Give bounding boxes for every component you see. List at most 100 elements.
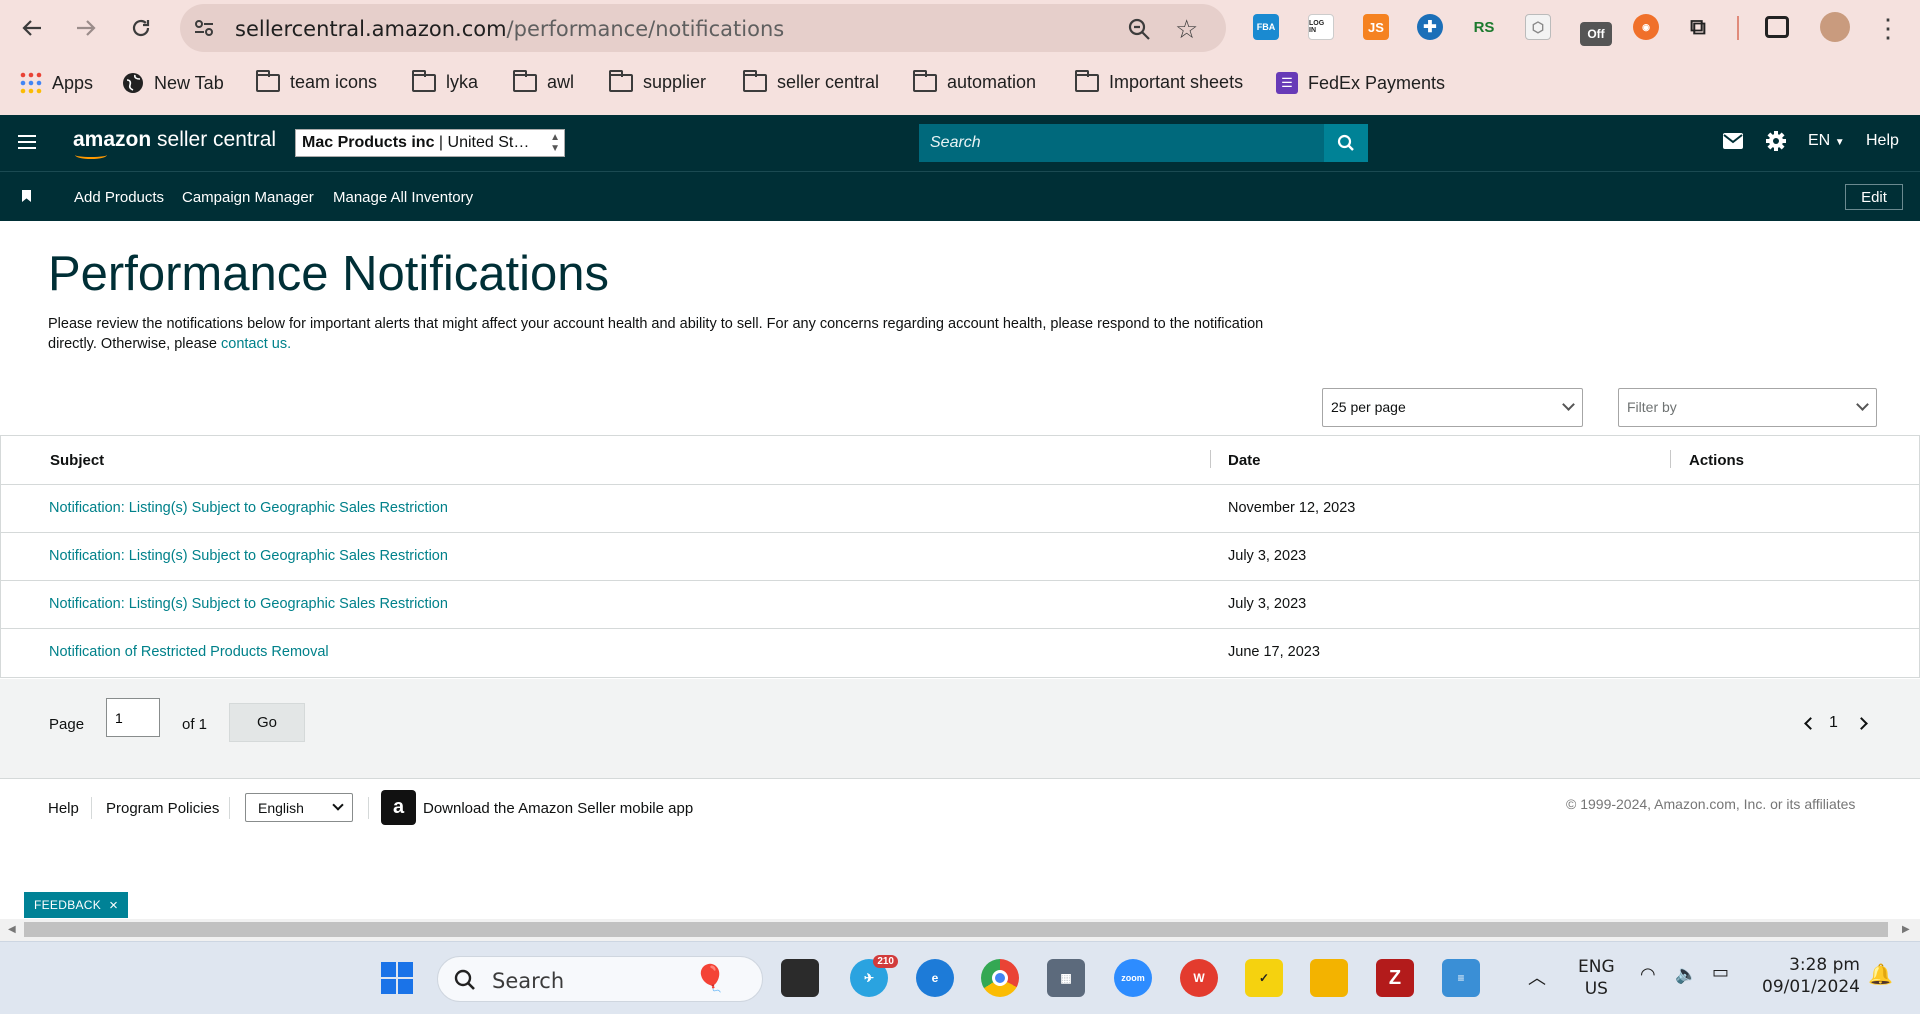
footer-help-link[interactable]: Help [48,800,79,817]
feedback-button[interactable]: FEEDBACK × [24,892,129,918]
amazon-app-icon[interactable]: a [381,790,416,825]
more-menu-icon[interactable]: ⋮ [1870,10,1906,46]
filter-by-select[interactable]: Filter by [1618,388,1877,427]
previous-page-icon[interactable] [1804,717,1817,730]
hamburger-menu-icon[interactable] [18,135,36,149]
toolbar-divider [1737,16,1739,40]
input-language-indicator[interactable]: ENG US [1578,956,1615,1000]
rs-extension-icon[interactable]: RS [1471,14,1497,40]
off-extension-icon[interactable]: Off [1580,22,1612,46]
zoom-app-icon[interactable]: zoom [1114,959,1152,997]
subnav-add-products[interactable]: Add Products [74,189,164,206]
bookmark-awl[interactable]: awl [513,69,574,93]
bookmark-lyka[interactable]: lyka [412,69,478,93]
mail-icon[interactable] [1723,133,1743,154]
bookmark-apps[interactable]: Apps [20,72,93,94]
bookmark-seller-central[interactable]: seller central [743,69,879,93]
subnav-campaign-manager[interactable]: Campaign Manager [182,189,314,206]
chrome-browser-icon[interactable] [981,959,1019,997]
notification-bell-icon[interactable]: 🔔 [1868,962,1893,986]
bookmark-new-tab[interactable]: New Tab [122,72,224,94]
footer-divider [229,797,230,819]
bookmark-supplier[interactable]: supplier [609,69,706,93]
table-row: Notification: Listing(s) Subject to Geog… [1,581,1919,629]
language-selector[interactable]: EN ▼ [1808,132,1845,150]
profile-avatar[interactable] [1820,12,1850,42]
cube-extension-icon[interactable]: ⬡ [1525,14,1551,40]
bookmark-important-sheets[interactable]: Important sheets [1075,69,1243,93]
amazon-seller-central-logo[interactable]: amazon seller central [73,128,276,159]
column-header-date[interactable]: Date [1228,452,1261,469]
subnav-manage-all-inventory[interactable]: Manage All Inventory [333,189,473,206]
marketplace-selector[interactable]: Mac Products inc | United St… ▲ ▼ [295,129,565,157]
edit-button[interactable]: Edit [1845,184,1903,210]
folder-icon [743,69,767,92]
zoom-icon[interactable] [1126,16,1152,42]
filezilla-icon[interactable]: Z [1376,959,1414,997]
wps-office-icon[interactable]: W [1180,959,1218,997]
scroll-right-icon[interactable]: ▶ [1902,924,1910,935]
login-extension-icon[interactable]: LOG IN [1308,14,1334,40]
battery-icon[interactable]: ▭ [1712,962,1729,983]
close-icon[interactable]: × [109,897,118,914]
chevron-down-icon [1856,398,1869,411]
download-app-link[interactable]: Download the Amazon Seller mobile app [423,800,693,817]
folder-icon [1075,69,1099,92]
address-bar[interactable]: sellercentral.amazon.com/performance/not… [180,4,1226,52]
notification-subject-link[interactable]: Notification: Listing(s) Subject to Geog… [49,596,448,612]
bookmark-automation[interactable]: automation [913,69,1036,93]
notification-date: July 3, 2023 [1228,548,1307,564]
footer-language-select[interactable]: English [245,793,353,822]
notification-subject-link[interactable]: Notification: Listing(s) Subject to Geog… [49,548,448,564]
help-link[interactable]: Help [1866,132,1899,150]
contact-us-link[interactable]: contact us. [221,336,291,352]
column-header-subject[interactable]: Subject [50,452,104,469]
calculator-icon[interactable]: ▦ [1047,959,1085,997]
bookmark-flag-icon[interactable] [22,190,31,202]
of-pages-label: of 1 [182,716,208,733]
forward-arrow-icon[interactable] [68,10,104,46]
per-page-select[interactable]: 25 per page [1322,388,1583,427]
url-path: /performance/notifications [506,17,785,41]
show-hidden-icons-chevron[interactable]: ︿ [1528,964,1546,990]
notification-subject-link[interactable]: Notification: Listing(s) Subject to Geog… [49,500,448,516]
table-row: Notification of Restricted Products Remo… [1,629,1919,677]
notification-subject-link[interactable]: Notification of Restricted Products Remo… [49,644,329,660]
edge-browser-icon[interactable]: e [916,959,954,997]
footer-divider [91,797,92,819]
taskbar-search[interactable]: Search 🎈 [437,956,763,1002]
bookmark-fedex-payments[interactable]: ☰ FedEx Payments [1276,72,1445,94]
volume-icon[interactable]: 🔈 [1675,964,1697,985]
back-arrow-icon[interactable] [14,10,50,46]
scroll-left-icon[interactable]: ◀ [8,924,16,935]
telegram-icon[interactable]: ✈ 210 [850,955,898,997]
task-view-icon[interactable] [781,959,819,997]
bookmark-team-icons[interactable]: team icons [256,69,377,93]
current-page-number[interactable]: 1 [1829,714,1838,732]
horizontal-scrollbar[interactable]: ◀ ▶ [0,919,1920,941]
page-number-input[interactable] [106,698,160,737]
firefox-extension-icon[interactable]: ◉ [1633,14,1659,40]
wifi-icon[interactable]: ◠ [1640,964,1656,985]
sticky-notes-icon[interactable]: ✓ [1245,959,1283,997]
side-panel-icon[interactable] [1765,16,1789,38]
up-down-arrows-icon: ▲ ▼ [550,132,560,154]
next-page-icon[interactable] [1855,717,1868,730]
extensions-puzzle-icon[interactable]: ⧉ [1685,14,1711,40]
notepad-icon[interactable]: ≡ [1442,959,1480,997]
site-settings-icon[interactable] [192,16,216,40]
file-explorer-icon[interactable] [1310,959,1348,997]
search-button[interactable] [1324,124,1368,162]
search-input[interactable]: Search [919,124,1324,162]
plus-extension-icon[interactable]: ✚ [1417,14,1443,40]
js-extension-icon[interactable]: JS [1363,14,1389,40]
program-policies-link[interactable]: Program Policies [106,800,219,817]
fba-extension-icon[interactable]: FBA [1253,14,1279,40]
reload-icon[interactable] [123,10,159,46]
scrollbar-thumb[interactable] [24,922,1888,937]
settings-gear-icon[interactable] [1765,130,1787,157]
bookmark-star-icon[interactable]: ☆ [1175,14,1198,45]
system-clock[interactable]: 3:28 pm 09/01/2024 [1760,954,1860,998]
windows-start-icon[interactable] [378,959,416,997]
go-button[interactable]: Go [229,703,305,742]
